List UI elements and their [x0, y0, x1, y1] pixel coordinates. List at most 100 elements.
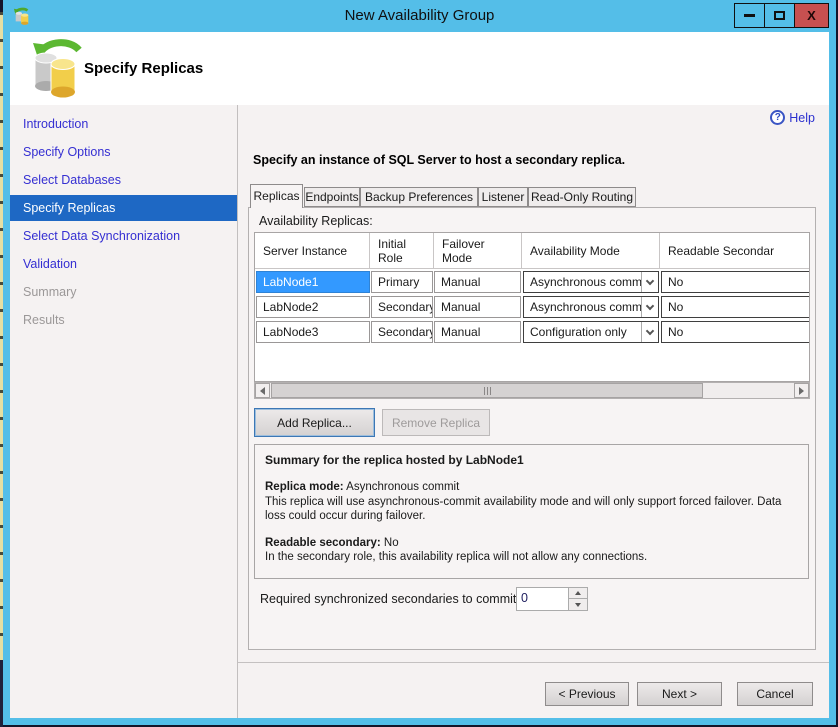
- cell-readable-secondary[interactable]: No: [661, 296, 810, 318]
- replica-mode-description: This replica will use asynchronous-commi…: [265, 495, 798, 524]
- scrollbar-thumb[interactable]: [271, 383, 703, 398]
- table-row[interactable]: LabNode1 Primary Manual Asynchronous com…: [255, 271, 810, 293]
- spinner-down-button[interactable]: [569, 599, 587, 610]
- help-icon: ?: [770, 110, 785, 125]
- tab-listener[interactable]: Listener: [478, 187, 528, 207]
- help-label: Help: [789, 111, 815, 125]
- column-header-readable-secondary[interactable]: Readable Secondar: [660, 233, 810, 269]
- readable-secondary-description: In the secondary role, this availability…: [265, 550, 798, 564]
- scroll-left-arrow[interactable]: [255, 383, 270, 398]
- column-header-server-instance[interactable]: Server Instance: [255, 233, 370, 269]
- tab-replicas[interactable]: Replicas: [250, 184, 303, 208]
- cell-failover-mode[interactable]: Manual: [434, 296, 521, 318]
- chevron-down-icon[interactable]: [641, 272, 658, 292]
- dropdown-value: Asynchronous commit: [530, 275, 648, 289]
- cell-readable-secondary[interactable]: No: [661, 321, 810, 343]
- column-header-initial-role[interactable]: Initial Role: [370, 233, 434, 269]
- cell-failover-mode[interactable]: Manual: [434, 271, 521, 293]
- cell-failover-mode[interactable]: Manual: [434, 321, 521, 343]
- dropdown-value: Configuration only: [530, 325, 627, 339]
- cancel-button[interactable]: Cancel: [737, 682, 813, 706]
- chevron-down-icon[interactable]: [641, 322, 658, 342]
- spinner-up-button[interactable]: [569, 588, 587, 599]
- arrow-right-icon: [799, 387, 804, 395]
- sidebar-item-specify-options[interactable]: Specify Options: [10, 138, 237, 166]
- help-link[interactable]: ? Help: [770, 110, 815, 125]
- tab-backup-preferences[interactable]: Backup Preferences: [360, 187, 478, 207]
- maximize-button[interactable]: [764, 3, 795, 28]
- sidebar-item-validation[interactable]: Validation: [10, 250, 237, 278]
- close-icon: X: [807, 8, 816, 23]
- next-button[interactable]: Next >: [637, 682, 722, 706]
- cell-initial-role[interactable]: Primary: [371, 271, 433, 293]
- grip-icon: [484, 387, 485, 395]
- cell-initial-role[interactable]: Secondary: [371, 296, 433, 318]
- minimize-button[interactable]: [734, 3, 765, 28]
- tab-endpoints[interactable]: Endpoints: [304, 187, 360, 207]
- dialog-window: New Availability Group X Specify Replica…: [3, 0, 836, 725]
- page-title: Specify Replicas: [84, 60, 203, 77]
- replica-mode-value: Asynchronous commit: [346, 481, 459, 493]
- replica-mode-label: Replica mode:: [265, 481, 344, 493]
- wizard-content-pane: ? Help Specify an instance of SQL Server…: [238, 105, 829, 718]
- sidebar-item-specify-replicas[interactable]: Specify Replicas: [10, 195, 237, 221]
- arrow-left-icon: [260, 387, 265, 395]
- sidebar-item-select-databases[interactable]: Select Databases: [10, 166, 237, 194]
- remove-replica-button: Remove Replica: [382, 409, 490, 436]
- readable-secondary-line: Readable secondary: No: [265, 536, 798, 550]
- availability-mode-dropdown[interactable]: Configuration only: [523, 321, 659, 343]
- spinner-value[interactable]: 0: [521, 591, 565, 608]
- window-controls: X: [735, 3, 829, 28]
- required-secondaries-label: Required synchronized secondaries to com…: [260, 592, 516, 606]
- replica-summary-panel: Summary for the replica hosted by LabNod…: [254, 444, 809, 579]
- column-header-availability-mode[interactable]: Availability Mode: [522, 233, 660, 269]
- replicas-grid[interactable]: Server Instance Initial Role Failover Mo…: [254, 232, 810, 382]
- summary-title: Summary for the replica hosted by LabNod…: [265, 453, 798, 468]
- scroll-right-arrow[interactable]: [794, 383, 809, 398]
- window-title: New Availability Group: [10, 7, 829, 24]
- database-replica-icon: [28, 37, 86, 99]
- dropdown-value: Asynchronous commit: [530, 300, 648, 314]
- readable-secondary-value: No: [384, 537, 399, 549]
- column-header-failover-mode[interactable]: Failover Mode: [434, 233, 522, 269]
- replica-mode-line: Replica mode: Asynchronous commit: [265, 480, 798, 494]
- cell-initial-role[interactable]: Secondary: [371, 321, 433, 343]
- availability-replicas-label: Availability Replicas:: [259, 214, 373, 228]
- table-row[interactable]: LabNode3 Secondary Manual Configuration …: [255, 321, 810, 343]
- sidebar-item-summary: Summary: [10, 278, 237, 306]
- minimize-icon: [744, 14, 755, 17]
- grip-icon: [487, 387, 488, 395]
- maximize-icon: [774, 11, 785, 20]
- availability-mode-dropdown[interactable]: Asynchronous commit: [523, 296, 659, 318]
- sidebar-item-select-data-synchronization[interactable]: Select Data Synchronization: [10, 222, 237, 250]
- wizard-header: Specify Replicas: [10, 32, 829, 105]
- spinner-buttons: [568, 588, 587, 610]
- chevron-down-icon[interactable]: [641, 297, 658, 317]
- previous-button[interactable]: < Previous: [545, 682, 629, 706]
- sidebar-item-introduction[interactable]: Introduction: [10, 110, 237, 138]
- instruction-text: Specify an instance of SQL Server to hos…: [253, 153, 625, 167]
- close-button[interactable]: X: [794, 3, 829, 28]
- wizard-sidebar: Introduction Specify Options Select Data…: [10, 105, 238, 718]
- wizard-steps: Introduction Specify Options Select Data…: [10, 110, 237, 334]
- required-secondaries-spinner[interactable]: 0: [516, 587, 588, 611]
- readable-secondary-label: Readable secondary:: [265, 537, 381, 549]
- grip-icon: [490, 387, 491, 395]
- sidebar-item-results: Results: [10, 306, 237, 334]
- grid-header-row: Server Instance Initial Role Failover Mo…: [255, 233, 810, 269]
- cell-readable-secondary[interactable]: No: [661, 271, 810, 293]
- footer-divider: [238, 662, 829, 663]
- dialog-client-area: Specify Replicas Introduction Specify Op…: [10, 32, 829, 718]
- table-row[interactable]: LabNode2 Secondary Manual Asynchronous c…: [255, 296, 810, 318]
- horizontal-scrollbar[interactable]: [254, 382, 810, 399]
- cell-server-instance[interactable]: LabNode3: [256, 321, 370, 343]
- arrow-up-icon: [575, 591, 581, 595]
- cell-server-instance[interactable]: LabNode1: [256, 271, 370, 293]
- cell-server-instance[interactable]: LabNode2: [256, 296, 370, 318]
- availability-mode-dropdown[interactable]: Asynchronous commit: [523, 271, 659, 293]
- arrow-down-icon: [575, 603, 581, 607]
- add-replica-button[interactable]: Add Replica...: [254, 408, 375, 437]
- tab-read-only-routing[interactable]: Read-Only Routing: [528, 187, 636, 207]
- title-bar[interactable]: New Availability Group X: [10, 0, 829, 32]
- replicas-tab-page: Availability Replicas: Server Instance I…: [248, 207, 816, 650]
